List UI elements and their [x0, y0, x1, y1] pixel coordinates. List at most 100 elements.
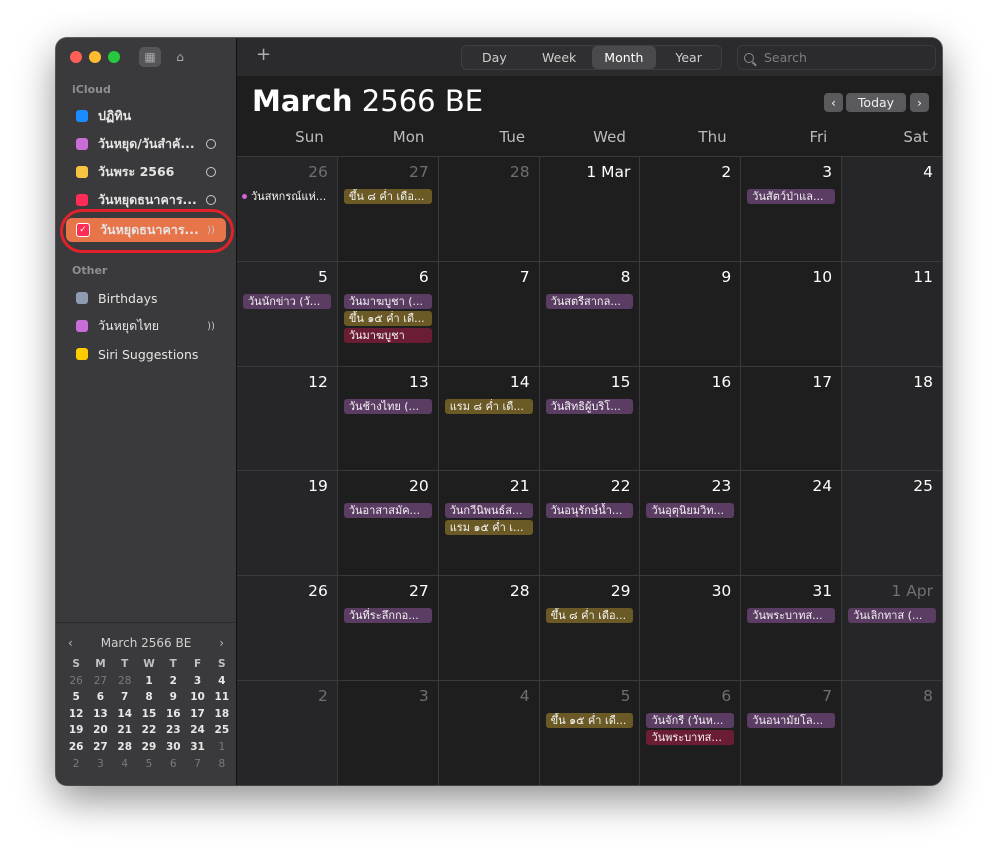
calendar-event[interactable]: แรม ๑๕ ค่ำ เ... — [444, 520, 533, 536]
mini-day[interactable]: 15 — [137, 708, 161, 725]
calendar-item[interactable]: Siri Suggestions — [66, 342, 226, 366]
day-cell[interactable]: 22 วันอนุรักษ์น้ำ... — [540, 471, 641, 576]
mini-day[interactable]: 9 — [161, 691, 185, 708]
day-cell[interactable]: 23 วันอุตุนิยมวิท... — [640, 471, 742, 576]
calendar-item[interactable]: วันพระ 2566 — [66, 160, 226, 184]
mini-day[interactable]: 20 — [88, 724, 112, 741]
day-cell[interactable]: 8 — [842, 680, 942, 785]
day-cell[interactable]: 28 — [439, 576, 540, 680]
calendar-event[interactable]: วันเลิกทาส (... — [848, 608, 937, 624]
mini-day[interactable]: 28 — [113, 675, 137, 692]
calendar-checkbox[interactable] — [76, 166, 88, 178]
mini-day[interactable]: 14 — [113, 708, 137, 725]
mini-day[interactable]: 27 — [88, 675, 112, 692]
day-cell[interactable]: 3 วันสัตว์ป่าแล... — [741, 157, 843, 261]
day-cell[interactable]: 20 วันอาสาสมัค... — [338, 471, 439, 576]
calendar-event[interactable]: วันสตรีสากล... — [545, 293, 634, 309]
mini-day[interactable]: 11 — [210, 691, 234, 708]
view-tab-day[interactable]: Day — [462, 46, 527, 69]
day-cell[interactable]: 9 — [640, 261, 742, 366]
calendar-event[interactable]: ขึ้น ๑๕ ค่ำ เดื... — [545, 712, 634, 728]
mini-day[interactable]: 12 — [64, 708, 88, 725]
day-cell[interactable]: 24 — [741, 471, 843, 576]
day-cell[interactable]: 8 วันสตรีสากล... — [540, 261, 641, 366]
mini-day[interactable]: 21 — [113, 724, 137, 741]
view-tab-year[interactable]: Year — [656, 46, 721, 69]
mini-day[interactable]: 3 — [185, 675, 209, 692]
mini-day[interactable]: 6 — [161, 758, 185, 775]
calendar-item[interactable]: วันหยุด/วันสำคั... — [66, 132, 226, 156]
mini-day[interactable]: 2 — [161, 675, 185, 692]
day-cell[interactable]: 11 — [842, 261, 942, 366]
mini-day[interactable]: 24 — [185, 724, 209, 741]
mini-day[interactable]: 8 — [137, 691, 161, 708]
mini-day[interactable]: 31 — [185, 741, 209, 758]
calendar-event[interactable]: แรม ๘ ค่ำ เดื... — [444, 398, 533, 414]
calendar-event[interactable]: วันพระบาทส... — [747, 608, 836, 624]
add-event-button[interactable]: + — [256, 44, 271, 65]
mini-day[interactable]: 17 — [185, 708, 209, 725]
day-cell[interactable]: 7 — [439, 261, 540, 366]
mini-day[interactable]: 1 — [210, 741, 234, 758]
day-cell[interactable]: 15 วันสิทธิผู้บริโ... — [540, 366, 641, 471]
calendar-checkbox[interactable] — [76, 110, 88, 122]
day-cell[interactable]: 1 Apr วันเลิกทาส (... — [842, 576, 942, 680]
next-month-button[interactable]: › — [910, 93, 929, 112]
day-cell[interactable]: 4 — [439, 680, 540, 785]
mini-day[interactable]: 5 — [64, 691, 88, 708]
mini-day[interactable]: 23 — [161, 724, 185, 741]
mini-day[interactable]: 3 — [88, 758, 112, 775]
day-cell[interactable]: 27 วันที่ระลึกกอ... — [338, 576, 439, 680]
minimize-button[interactable] — [89, 51, 101, 63]
day-cell[interactable]: 5 ขึ้น ๑๕ ค่ำ เดื... — [540, 680, 641, 785]
day-cell[interactable]: 18 — [842, 366, 942, 471]
day-cell[interactable]: 6 วันมาฆบูชา (... ขึ้น ๑๕ ค่ำ เดื... วันมาฆ… — [338, 261, 439, 366]
prev-month-button[interactable]: ‹ — [824, 93, 843, 112]
view-tab-month[interactable]: Month — [591, 46, 657, 69]
calendar-checkbox[interactable] — [76, 320, 88, 332]
mini-day[interactable]: 29 — [137, 741, 161, 758]
calendar-checkbox[interactable] — [76, 348, 88, 360]
mini-day[interactable]: 4 — [210, 675, 234, 692]
day-cell[interactable]: 12 — [237, 366, 338, 471]
day-cell[interactable]: 28 — [439, 157, 540, 261]
mini-day[interactable]: 26 — [64, 741, 88, 758]
mini-day[interactable]: 30 — [161, 741, 185, 758]
mini-day[interactable]: 5 — [137, 758, 161, 775]
day-cell[interactable]: 7 วันอนามัยโล... — [741, 680, 843, 785]
mini-day[interactable]: 28 — [113, 741, 137, 758]
calendar-event[interactable]: วันมาฆบูชา — [343, 327, 432, 343]
mini-day[interactable]: 22 — [137, 724, 161, 741]
calendar-event[interactable]: ขึ้น ๘ ค่ำ เดือ... — [545, 608, 634, 624]
calendar-checkbox[interactable] — [76, 292, 88, 304]
calendar-event[interactable]: วันกวีนิพนธ์ส... — [444, 503, 533, 519]
calendar-checkbox[interactable] — [76, 194, 88, 206]
day-cell[interactable]: 26 วันสหกรณ์แห่... — [237, 157, 338, 261]
day-cell[interactable]: 21 วันกวีนิพนธ์ส... แรม ๑๕ ค่ำ เ... — [439, 471, 540, 576]
zoom-button[interactable] — [108, 51, 120, 63]
mini-day[interactable]: 1 — [137, 675, 161, 692]
day-cell[interactable]: 17 — [741, 366, 843, 471]
mini-day[interactable]: 7 — [113, 691, 137, 708]
mini-day[interactable]: 10 — [185, 691, 209, 708]
mini-day[interactable]: 18 — [210, 708, 234, 725]
search-field[interactable] — [737, 45, 936, 70]
mini-day[interactable]: 6 — [88, 691, 112, 708]
day-cell[interactable]: 1 Mar — [540, 157, 641, 261]
calendar-event[interactable]: วันสัตว์ป่าแล... — [747, 189, 836, 204]
calendar-checkbox[interactable] — [76, 138, 88, 150]
calendar-event[interactable]: วันอนุรักษ์น้ำ... — [545, 503, 634, 519]
mini-day[interactable]: 2 — [64, 758, 88, 775]
mini-day[interactable]: 13 — [88, 708, 112, 725]
calendar-event[interactable]: วันช้างไทย (... — [343, 398, 432, 414]
day-cell[interactable]: 19 — [237, 471, 338, 576]
day-cell[interactable]: 29 ขึ้น ๘ ค่ำ เดือ... — [540, 576, 641, 680]
calendar-event[interactable]: วันสหกรณ์แห่... — [239, 189, 331, 204]
calendar-event[interactable]: วันอาสาสมัค... — [343, 503, 432, 519]
calendar-event[interactable]: วันนักข่าว (วั... — [243, 293, 331, 309]
view-tab-week[interactable]: Week — [527, 46, 592, 69]
day-cell[interactable]: 5 วันนักข่าว (วั... — [237, 261, 338, 366]
close-button[interactable] — [70, 51, 82, 63]
calendar-event[interactable]: วันอนามัยโล... — [747, 712, 836, 728]
calendar-event[interactable]: วันสิทธิผู้บริโ... — [545, 398, 634, 414]
